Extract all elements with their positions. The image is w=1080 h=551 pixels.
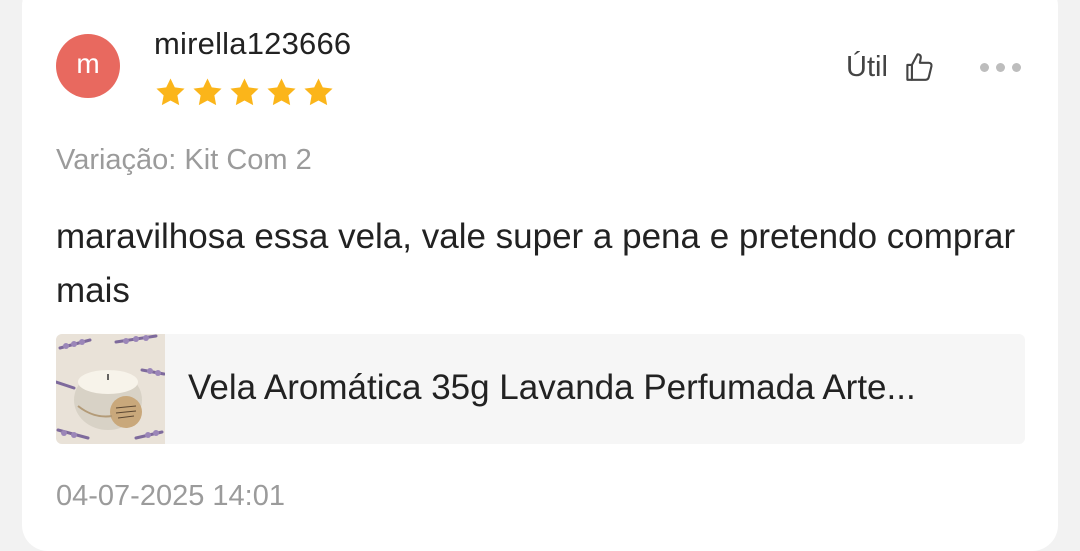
product-title: Vela Aromática 35g Lavanda Perfumada Art… <box>188 368 916 407</box>
star-icon <box>156 78 185 106</box>
review-text: maravilhosa essa vela, vale super a pena… <box>56 217 1016 310</box>
thumbs-up-icon[interactable] <box>902 50 936 84</box>
variation-label: Variação: Kit Com 2 <box>56 144 312 176</box>
more-options-button[interactable] <box>980 58 1021 76</box>
review-date: 04-07-2025 14:01 <box>56 480 285 512</box>
star-icon <box>230 78 259 106</box>
more-options-icon <box>1012 62 1021 72</box>
more-options-icon <box>980 62 989 72</box>
star-icon <box>193 78 222 106</box>
product-link[interactable]: Vela Aromática 35g Lavanda Perfumada Art… <box>56 334 1025 444</box>
lavender-candle-image <box>56 334 165 444</box>
star-rating <box>154 76 335 109</box>
username[interactable]: mirella123666 <box>154 26 351 62</box>
helpful-label: Útil <box>846 50 888 83</box>
helpful-button[interactable]: Útil <box>846 50 936 84</box>
more-options-icon <box>996 62 1005 72</box>
avatar[interactable]: m <box>56 34 120 98</box>
star-icon <box>304 78 333 106</box>
star-icon <box>267 78 296 106</box>
